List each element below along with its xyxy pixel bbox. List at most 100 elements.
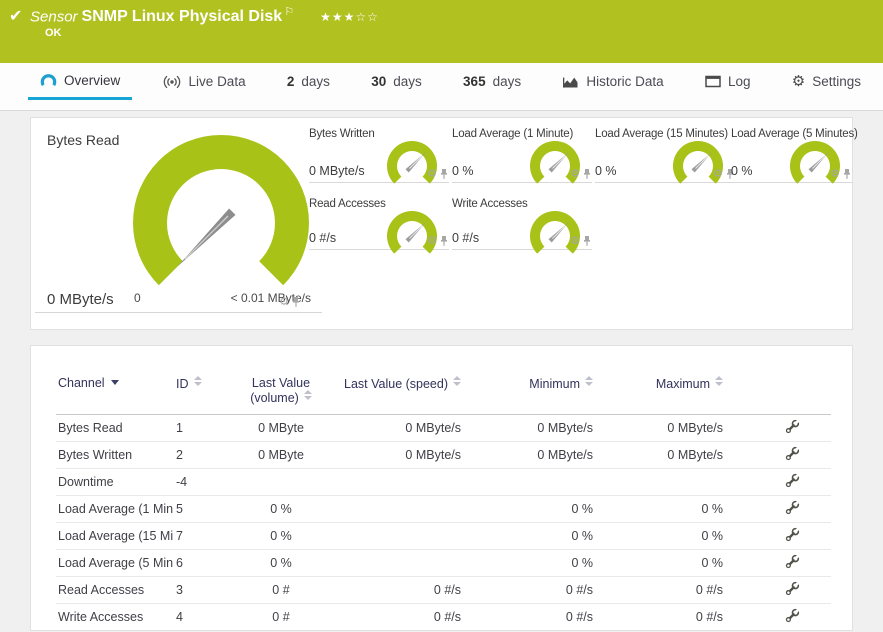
cell-id: 2 [174,441,236,469]
sort-icon [453,376,461,386]
tab-30-days[interactable]: 30 days [359,63,434,100]
cell-volume: 0 # [236,603,326,630]
header-channel[interactable]: Channel [56,376,174,415]
wrench-icon[interactable] [785,526,801,542]
cell-maximum: 0 % [595,522,725,550]
header-last-value-speed[interactable]: Last Value (speed) [326,376,463,415]
header-maximum[interactable]: Maximum [595,376,725,415]
pin-icon[interactable] [582,168,592,180]
pin-icon[interactable] [842,168,852,180]
gear-icon[interactable]: ⚙ [713,168,723,180]
sort-icon [715,376,723,386]
gauge-value: 0 MByte/s [47,291,114,308]
table-row: Bytes Read 1 0 MByte 0 MByte/s 0 MByte/s… [56,414,831,442]
gear-icon[interactable]: ⚙ [570,235,580,247]
tab-settings[interactable]: ⚙ Settings [780,63,873,100]
cell-maximum: 0 #/s [595,576,725,604]
cell-maximum: 0 % [595,495,725,523]
table-row: Read Accesses 3 0 # 0 #/s 0 #/s 0 #/s [56,576,831,604]
sort-desc-icon [110,380,119,385]
cell-speed: 0 MByte/s [326,414,463,442]
channels-table: Channel ID Last Value (volume) Last Valu… [56,376,831,630]
tab-number: 365 [463,74,486,89]
header-actions [725,376,831,415]
cell-speed [326,549,463,577]
cell-minimum: 0 % [463,522,595,550]
gauge-cell-load-average-1-minute: Load Average (1 Minute) 0 % ⚙ [452,128,592,184]
cell-volume: 0 # [236,576,326,604]
priority-stars[interactable]: ★★★☆☆ [320,10,379,24]
tab-365-days[interactable]: 365 days [451,63,533,100]
cell-channel: Load Average (1 Min... [56,495,174,523]
gauge-value: 0 #/s [452,231,480,245]
channels-panel: Channel ID Last Value (volume) Last Valu… [30,345,853,631]
wrench-icon[interactable] [785,418,801,434]
gear-icon[interactable]: ⚙ [427,235,437,247]
cell-maximum: 0 % [595,549,725,577]
header-last-value-volume[interactable]: Last Value (volume) [236,376,326,415]
gear-icon[interactable]: ⚙ [427,168,437,180]
tab-label: days [492,74,522,89]
wrench-icon[interactable] [785,445,801,461]
gauge-cell-read-accesses: Read Accesses 0 #/s ⚙ [309,198,449,254]
tab-historic-data[interactable]: Historic Data [550,63,675,100]
tab-number: 30 [371,74,387,89]
cell-channel: Load Average (5 Min... [56,549,174,577]
flag-icon: ⚐ [284,6,295,18]
bytes-read-gauge [133,134,309,286]
pin-icon[interactable] [582,235,592,247]
mini-gauge [530,211,580,254]
table-row: Bytes Written 2 0 MByte 0 MByte/s 0 MByt… [56,441,831,469]
tab-bar: Overview Live Data 2 days 30 days 365 da… [0,63,883,111]
header-id[interactable]: ID [174,376,236,415]
stars-filled[interactable]: ★★★ [320,10,355,24]
gear-icon[interactable]: ⚙ [570,168,580,180]
tab-number: 2 [286,74,295,89]
gauge-cell-load-average-5-minutes: Load Average (5 Minutes) 0 % ⚙ [731,128,858,184]
cell-channel: Write Accesses [56,603,174,630]
pin-icon[interactable] [291,296,301,308]
cell-maximum: 0 #/s [595,603,725,630]
tab-label: days [301,74,330,89]
mini-gauge [387,211,437,254]
tab-live-data[interactable]: Live Data [150,63,258,100]
tab-2-days[interactable]: 2 days [275,63,342,100]
gear-icon[interactable]: ⚙ [279,296,289,308]
stars-empty[interactable]: ☆☆ [355,10,379,24]
pin-icon[interactable] [439,235,449,247]
tab-label: days [393,74,422,89]
gauge-cell-load-average-15-minutes: Load Average (15 Minutes) 0 % ⚙ [595,128,735,184]
wrench-icon[interactable] [785,607,801,623]
cell-id: 6 [174,549,236,577]
tab-label: Settings [812,74,861,89]
wrench-icon[interactable] [785,580,801,596]
gauge-cell-bytes-written: Bytes Written 0 MByte/s ⚙ [309,128,449,184]
table-row: Load Average (5 Min... 6 0 % 0 % 0 % [56,549,831,577]
table-header-row: Channel ID Last Value (volume) Last Valu… [56,376,831,415]
sort-icon [303,390,312,400]
cell-id: 4 [174,603,236,630]
cell-id: 7 [174,522,236,550]
cell-minimum: 0 MByte/s [463,441,595,469]
cell-channel: Bytes Written [56,441,174,469]
tab-label: Overview [64,72,121,88]
sensor-header: ✔ Sensor SNMP Linux Physical Disk ⚐ ★★★☆☆ O… [0,0,883,63]
gear-icon[interactable]: ⚙ [830,168,840,180]
wrench-icon[interactable] [785,499,801,515]
cell-maximum [595,468,725,496]
cell-volume: 0 MByte [236,441,326,469]
tab-overview[interactable]: Overview [28,63,133,100]
header-minimum[interactable]: Minimum [463,376,595,415]
gauge-scale-min: 0 [134,291,141,305]
tab-label: Historic Data [586,74,664,89]
cell-id: -4 [174,468,236,496]
pin-icon[interactable] [439,168,449,180]
wrench-icon[interactable] [785,553,801,569]
wrench-icon[interactable] [785,472,801,488]
tab-label: Log [727,74,751,89]
cell-speed [326,522,463,550]
cell-speed [326,468,463,496]
cell-channel: Bytes Read [56,414,174,442]
sort-icon [585,376,593,386]
tab-log[interactable]: Log [693,63,763,100]
